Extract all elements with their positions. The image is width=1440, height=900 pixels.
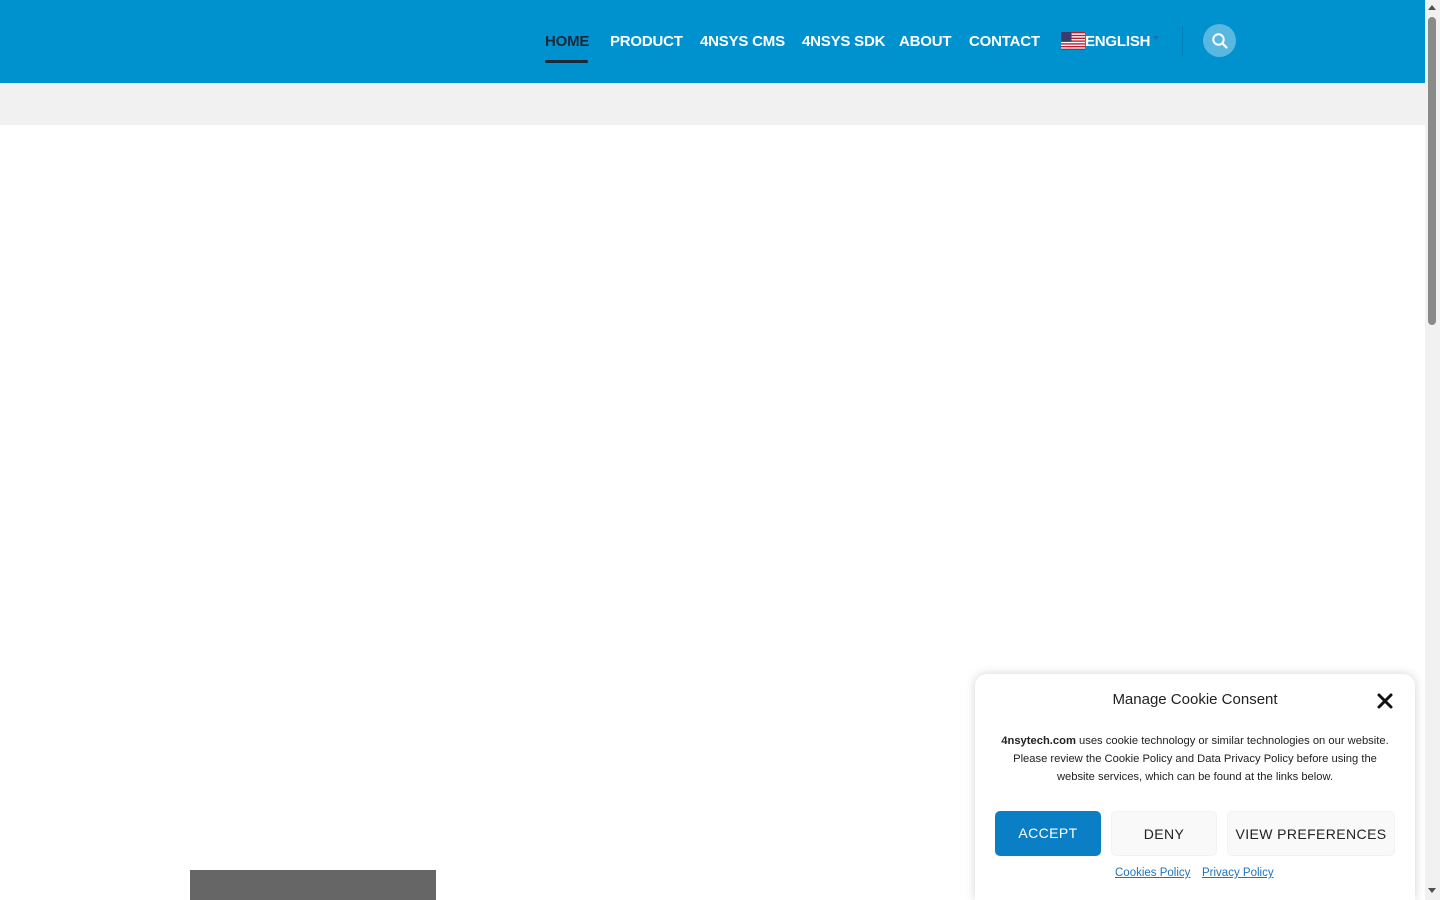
nav-divider — [1182, 26, 1183, 56]
privacy-policy-link[interactable]: Privacy Policy — [1202, 867, 1274, 879]
accept-button[interactable]: ACCEPT — [995, 811, 1101, 856]
scroll-thumb[interactable] — [1428, 17, 1436, 325]
nav-item-4nsys-sdk[interactable]: 4NSYS SDK — [802, 31, 885, 53]
search-icon — [1211, 32, 1228, 49]
search-button[interactable] — [1203, 24, 1236, 57]
us-flag-icon — [1061, 32, 1085, 50]
cookie-consent-dialog: Manage Cookie Consent 4nsytech.com uses … — [975, 674, 1415, 900]
nav-item-product[interactable]: PRODUCT — [610, 31, 683, 53]
page-scrollbar[interactable] — [1425, 0, 1440, 900]
nav-item-about[interactable]: ABOUT — [899, 31, 952, 53]
nav-active-underline — [545, 60, 588, 63]
scroll-up-arrow-icon[interactable] — [1428, 5, 1436, 10]
cookie-site-name: 4nsytech.com — [1001, 735, 1076, 747]
chevron-down-icon — [1153, 36, 1159, 40]
deny-button[interactable]: DENY — [1111, 811, 1217, 856]
site-header: HOME PRODUCT 4NSYS CMS 4NSYS SDK ABOUT C… — [0, 0, 1425, 83]
language-selector[interactable]: ENGLISH — [1085, 31, 1150, 53]
cookie-dialog-title: Manage Cookie Consent — [1112, 691, 1278, 708]
cookies-policy-link[interactable]: Cookies Policy — [1115, 867, 1190, 879]
view-preferences-button[interactable]: VIEW PREFERENCES — [1227, 811, 1395, 856]
nav-item-4nsys-cms[interactable]: 4NSYS CMS — [700, 31, 785, 53]
nav-item-home[interactable]: HOME — [545, 31, 589, 53]
subheader-band — [0, 83, 1425, 125]
nav-item-contact[interactable]: CONTACT — [969, 31, 1040, 53]
cookie-message: 4nsytech.com uses cookie technology or s… — [997, 732, 1393, 786]
scroll-down-arrow-icon[interactable] — [1428, 888, 1436, 893]
content-block — [190, 870, 436, 900]
close-icon[interactable] — [1375, 691, 1395, 711]
